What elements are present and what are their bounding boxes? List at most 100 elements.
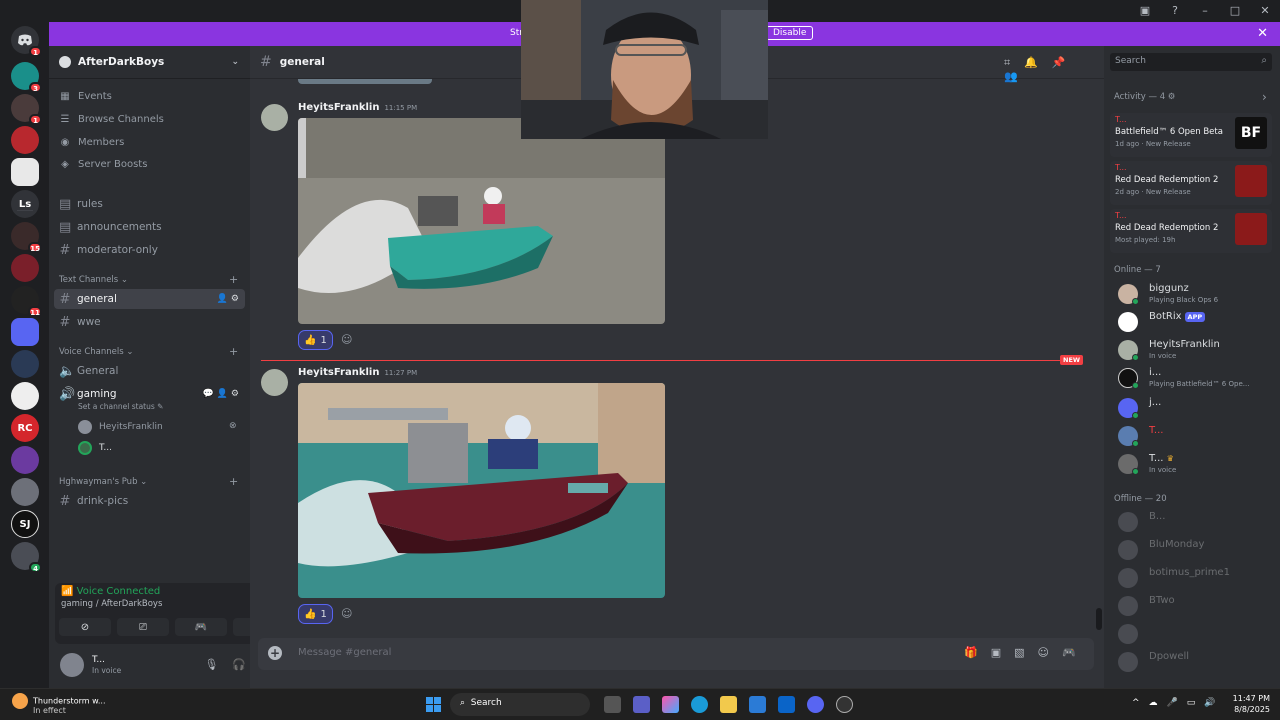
screenshare-button[interactable]: ⎚ [117,618,169,636]
server-icon[interactable]: 4 [11,542,42,573]
channel-actions[interactable]: 💬 👤 ⚙ [203,389,239,399]
category-pub[interactable]: Hghwayman's Pub ⌄ + [59,475,245,488]
boat-photo-red[interactable] [298,383,665,598]
close-window-button[interactable]: ✕ [1250,2,1280,20]
apps-icon[interactable]: 🎮 [1062,646,1089,659]
disable-button[interactable]: Disable [766,26,814,40]
add-channel-icon[interactable]: + [229,345,238,358]
server-icon[interactable] [11,126,39,154]
nav-server-boosts[interactable]: ◈ Server Boosts [59,159,147,170]
threads-icon[interactable]: ⌗ [1004,56,1024,69]
outlook-icon[interactable] [778,696,795,713]
member-item[interactable]: T... ♛ In voice [1118,451,1278,477]
avatar[interactable] [60,653,84,677]
member-item[interactable]: biggunz Playing Black Ops 6 [1118,281,1278,307]
category-text-channels[interactable]: Text Channels ⌄ + [59,273,245,286]
help-icon[interactable]: ? [1160,2,1190,20]
add-channel-icon[interactable]: + [229,475,238,488]
onedrive-icon[interactable]: ☁ [1149,698,1167,708]
thumbs-up-reaction[interactable]: 👍 1 [298,330,333,350]
channel-drink-pics[interactable]: # drink-pics [54,491,245,511]
camera-toggle-button[interactable]: ⊘ [59,618,111,636]
file-explorer-icon[interactable] [720,696,737,713]
member-item[interactable]: T... [1118,423,1278,449]
message-author[interactable]: HeyitsFranklin 11:27 PM [298,367,417,378]
microphone-icon[interactable]: 🎙 [204,658,232,671]
boat-photo-teal[interactable] [298,118,665,324]
channel-wwe[interactable]: # wwe [54,312,245,332]
server-icon[interactable] [11,478,39,506]
server-icon[interactable]: SJ [11,510,39,538]
member-item[interactable]: botimus_prime1 [1118,565,1278,591]
member-item[interactable]: i... Playing Battlefield™ 6 Ope... [1118,365,1278,391]
teams-icon[interactable] [633,696,650,713]
server-icon[interactable]: 11 [11,286,42,317]
chevron-up-icon[interactable]: ^ [1132,698,1149,708]
volume-icon[interactable]: 🔊 [1204,698,1224,708]
bell-icon[interactable]: 🔔 [1024,56,1052,69]
close-icon[interactable]: ✕ [1257,26,1268,41]
server-icon[interactable] [11,446,39,474]
activity-card[interactable]: T... Red Dead Redemption 2 2d ago · New … [1110,161,1272,205]
member-item[interactable]: Dpowell [1118,649,1278,675]
server-icon[interactable] [11,350,39,378]
activity-button[interactable]: 🎮 [175,618,227,636]
server-icon[interactable]: 1 [11,94,42,125]
display-icon[interactable]: ▭ [1187,698,1205,708]
channel-announcements[interactable]: ▤ announcements [54,217,245,237]
member-list-icon[interactable]: 👥 [1004,70,1032,83]
activity-card[interactable]: T... Battlefield™ 6 Open Beta 1d ago · N… [1110,113,1272,157]
add-reaction-icon[interactable]: ☺ [341,333,352,346]
store-icon[interactable] [749,696,766,713]
maximize-button[interactable]: □ [1220,2,1250,20]
avatar[interactable] [261,104,288,131]
activity-card[interactable]: T... Red Dead Redemption 2 Most played: … [1110,209,1272,253]
discord-taskbar-icon[interactable] [807,696,824,713]
weather-widget[interactable]: Thunderstorm w... In effect [12,693,106,715]
copilot-icon[interactable] [662,696,679,713]
emoji-icon[interactable]: ☺ [1038,646,1062,659]
nav-events[interactable]: ▦ Events [59,91,112,102]
chevron-down-icon[interactable]: ⌄ [231,57,239,67]
pin-icon[interactable]: 📌 [1052,56,1080,69]
gift-icon[interactable]: 🎁 [964,646,991,659]
edge-icon[interactable] [691,696,708,713]
avatar[interactable] [261,369,288,396]
chat-scrollbar[interactable] [1096,608,1102,630]
member-item[interactable]: B... [1118,509,1278,535]
thumbs-up-reaction[interactable]: 👍 1 [298,604,333,624]
member-item[interactable]: j... [1118,395,1278,421]
mic-icon[interactable]: 🎤 [1167,698,1187,708]
voice-member[interactable]: T... [78,441,112,455]
member-item[interactable]: BTwo [1118,593,1278,619]
server-icon[interactable] [11,318,39,346]
server-icon[interactable]: Ls [11,190,39,218]
sticker-icon[interactable]: ▧ [1014,646,1037,659]
server-icon[interactable] [11,254,39,282]
task-view-icon[interactable] [604,696,621,713]
server-icon[interactable] [11,158,39,186]
channel-rules[interactable]: ▤ rules [54,194,245,214]
activity-header[interactable]: Activity — 4 ⚙ › [1114,90,1267,104]
channel-general[interactable]: # general 👤 ⚙ [54,289,245,309]
category-voice-channels[interactable]: Voice Channels ⌄ + [59,345,245,358]
nav-members[interactable]: ◉ Members [59,137,125,148]
channel-actions[interactable]: 👤 ⚙ [217,294,239,304]
server-icon[interactable]: RC [11,414,39,442]
taskbar-search[interactable]: ⌕ Search [450,693,590,716]
voice-channel-general[interactable]: 🔈 General [54,361,245,381]
server-icon[interactable]: 15 [11,222,42,253]
guild-header[interactable]: AfterDarkBoys ⌄ [49,46,250,79]
discord-home-icon[interactable]: 1 [11,26,42,57]
nav-browse-channels[interactable]: ☰ Browse Channels [59,114,164,125]
app-icon[interactable] [836,696,853,713]
message-input[interactable]: Message #general [298,647,391,658]
channel-moderator-only[interactable]: # moderator-only [54,240,245,260]
minimize-button[interactable]: – [1190,2,1220,20]
windows-start-icon[interactable] [426,697,441,712]
inbox-icon[interactable]: ▣ [1130,2,1160,20]
voice-channel-gaming[interactable]: 🔊 gaming 💬 👤 ⚙ [54,384,245,404]
search-input[interactable]: Search ⌕ [1110,53,1272,71]
clock[interactable]: 11:47 PM 8/8/2025 [1228,693,1270,715]
message-author[interactable]: HeyitsFranklin 11:15 PM [298,102,417,113]
